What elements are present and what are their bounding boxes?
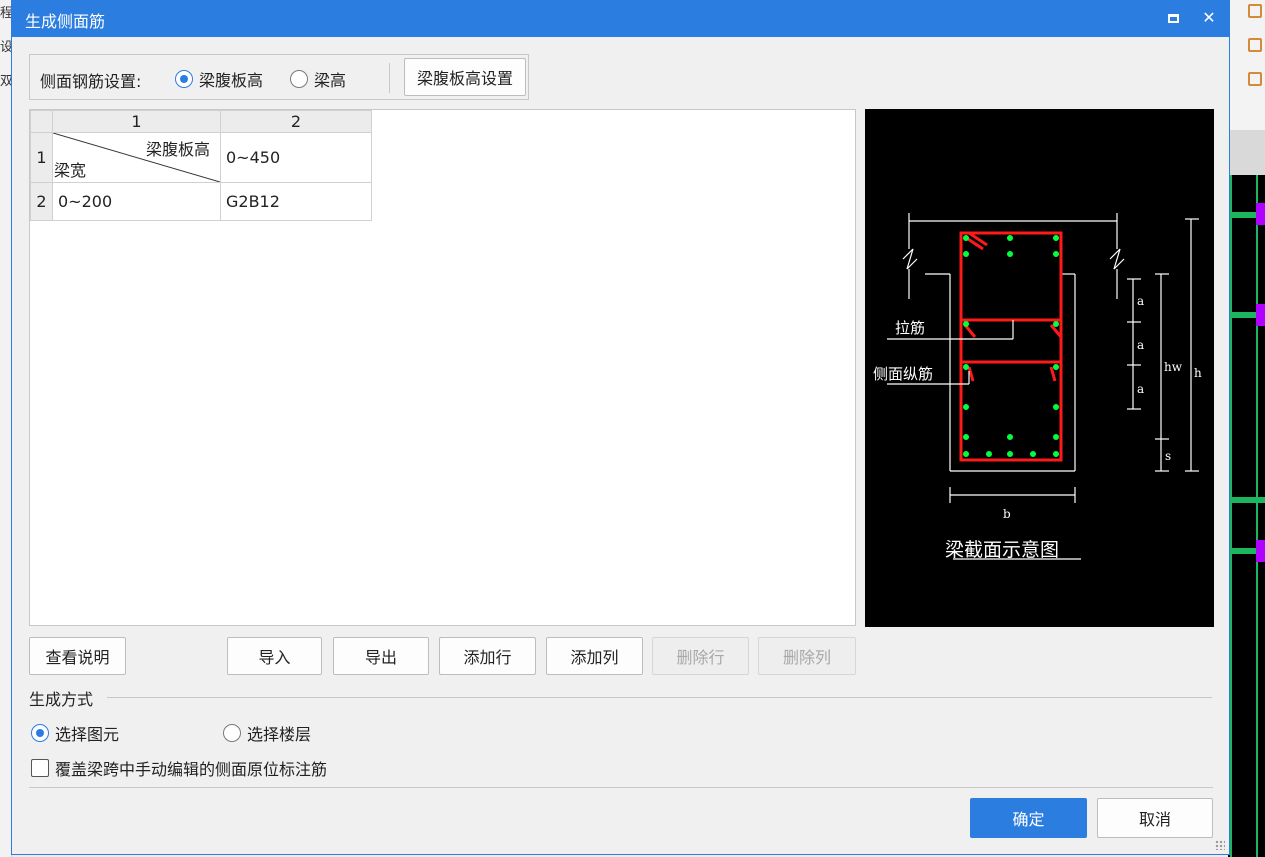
section-divider (107, 697, 1212, 698)
row-header[interactable]: 1 (30, 132, 53, 183)
import-button[interactable]: 导入 (227, 637, 322, 675)
dialog-title: 生成侧面筋 (25, 12, 106, 31)
export-button[interactable]: 导出 (333, 637, 429, 675)
column-header[interactable]: 2 (220, 110, 372, 133)
radio-select-floor[interactable]: 选择楼层 (223, 721, 311, 745)
dim-label-hw: hw (1164, 360, 1183, 374)
dim-label-a: a (1137, 338, 1144, 352)
diagonal-header-cell[interactable]: 梁腹板高 梁宽 (52, 132, 221, 183)
toolbar-icon (1248, 38, 1262, 52)
radio-select-element-label: 选择图元 (55, 725, 120, 744)
close-button[interactable]: ✕ (1197, 6, 1221, 30)
close-icon: ✕ (1202, 8, 1216, 27)
ok-button[interactable]: 确定 (970, 798, 1087, 838)
stirrup (959, 231, 1063, 462)
dim-label-a: a (1137, 382, 1144, 396)
dim-label-s: s (1165, 449, 1171, 463)
delete-row-button[interactable]: 删除行 (652, 637, 749, 675)
rebar-rule-table[interactable]: 1 2 1 梁腹板高 梁宽 0~450 2 0~200 G2B12 (30, 110, 372, 221)
cad-axis-line (1230, 175, 1232, 857)
radio-unselected-icon[interactable] (223, 724, 241, 742)
maximize-button[interactable] (1161, 6, 1185, 30)
cad-axis-line (1256, 175, 1258, 857)
add-row-button[interactable]: 添加行 (439, 637, 536, 675)
resize-grip-icon[interactable] (1215, 840, 1225, 850)
diagram-caption: 梁截面示意图 (945, 539, 1059, 561)
override-manual-rebar-label: 覆盖梁跨中手动编辑的侧面原位标注筋 (55, 760, 328, 779)
beam-width-range-cell[interactable]: 0~200 (52, 182, 221, 221)
column-header[interactable]: 1 (52, 110, 221, 133)
beam-section-drawing: a a a hw h s b 拉筋 侧面纵筋 梁截面示意图 (873, 213, 1202, 561)
view-help-button[interactable]: 查看说明 (29, 637, 126, 675)
web-height-range-cell[interactable]: 0~450 (220, 132, 372, 183)
cad-column (1256, 203, 1265, 225)
radio-unselected-icon[interactable] (290, 70, 308, 88)
grid-corner (30, 110, 53, 133)
dim-label-a: a (1137, 294, 1144, 308)
cad-column (1256, 540, 1265, 562)
cancel-button[interactable]: 取消 (1097, 798, 1213, 838)
radio-selected-icon[interactable] (31, 724, 49, 742)
radio-beam-height[interactable]: 梁高 (290, 67, 346, 91)
dialog-titlebar[interactable]: 生成侧面筋 ✕ (12, 0, 1230, 37)
background-toolbar (1228, 0, 1265, 130)
delete-column-button[interactable]: 删除列 (758, 637, 856, 675)
side-longitudinal-bar-label: 侧面纵筋 (873, 365, 933, 383)
cad-column (1256, 304, 1265, 326)
beam-width-axis-label: 梁宽 (54, 161, 87, 180)
radio-web-height[interactable]: 梁腹板高 (175, 67, 263, 91)
rebar-spec-cell[interactable]: G2B12 (220, 182, 372, 221)
beam-section-diagram: a a a hw h s b 拉筋 侧面纵筋 梁截面示意图 (865, 109, 1214, 627)
settings-divider (389, 63, 390, 93)
tie-bar-label: 拉筋 (895, 319, 925, 337)
maximize-icon (1167, 14, 1179, 23)
radio-selected-icon[interactable] (175, 70, 193, 88)
add-column-button[interactable]: 添加列 (546, 637, 643, 675)
rebar-dots (963, 235, 1059, 457)
side-rebar-settings-label: 侧面钢筋设置: (40, 72, 142, 91)
web-height-axis-label: 梁腹板高 (145, 140, 210, 159)
generation-method-title: 生成方式 (29, 690, 94, 709)
web-height-settings-button[interactable]: 梁腹板高设置 (404, 58, 526, 96)
row-header[interactable]: 2 (30, 182, 53, 221)
generate-side-rebar-dialog: 生成侧面筋 ✕ 侧面钢筋设置: 梁腹板高 梁高 梁腹板高设置 1 2 1 梁腹板… (11, 0, 1230, 855)
background-tab-strip (1228, 130, 1265, 175)
radio-web-height-label: 梁腹板高 (199, 71, 264, 90)
override-manual-rebar-checkbox[interactable]: 覆盖梁跨中手动编辑的侧面原位标注筋 (31, 756, 327, 780)
toolbar-icon (1248, 4, 1262, 18)
background-cad-canvas (1228, 0, 1265, 857)
radio-beam-height-label: 梁高 (314, 71, 347, 90)
footer-divider (29, 787, 1213, 788)
radio-select-floor-label: 选择楼层 (247, 725, 312, 744)
dim-label-h: h (1194, 366, 1202, 380)
rebar-rule-grid-panel[interactable]: 1 2 1 梁腹板高 梁宽 0~450 2 0~200 G2B12 (29, 109, 856, 626)
cad-beam (1228, 497, 1265, 503)
radio-select-element[interactable]: 选择图元 (31, 721, 119, 745)
dim-label-b: b (1003, 507, 1011, 521)
slab-outline (902, 213, 1125, 472)
toolbar-icon (1248, 72, 1262, 86)
checkbox-unchecked-icon[interactable] (31, 759, 49, 777)
side-rebar-settings-group: 侧面钢筋设置: 梁腹板高 梁高 梁腹板高设置 (29, 54, 529, 100)
dimension-labels: a a a hw h s b (1003, 294, 1202, 521)
